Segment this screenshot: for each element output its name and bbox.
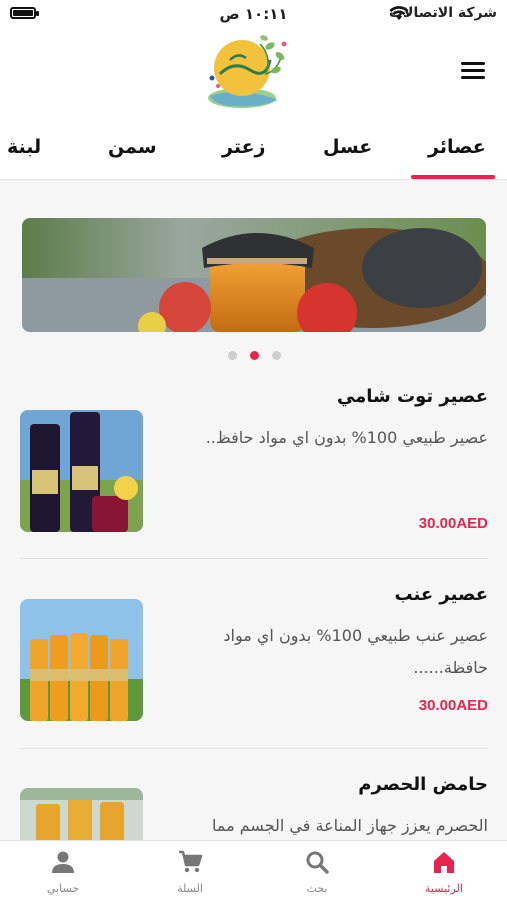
- product-card[interactable]: عصير توت شامي عصير طبيعي 100% بدون اي مو…: [20, 382, 488, 542]
- product-card[interactable]: عصير عنب عصير عنب طبيعي 100% بدون اي موا…: [20, 574, 488, 734]
- jidi-logo[interactable]: [200, 30, 296, 112]
- user-icon: [52, 851, 74, 873]
- carousel-dot-active[interactable]: [250, 351, 259, 360]
- product-description: عصير عنب طبيعي 100% بدون اي مواد حافظة..…: [223, 626, 488, 677]
- product-image: [20, 788, 143, 846]
- bottom-navigation: الرئيسية بحث السلة حسابي: [0, 840, 507, 900]
- status-bar: ١٠:١١ ص شركة الاتصالات: [0, 0, 507, 28]
- carrier-name: شركة الاتصالات: [388, 5, 497, 21]
- product-card[interactable]: حامض الحصرم الحصرم يعزز جهاز المناعة في …: [20, 766, 488, 846]
- list-divider: [20, 748, 488, 749]
- tab-thyme[interactable]: زعتر: [222, 136, 266, 158]
- carousel-dot[interactable]: [272, 351, 281, 360]
- hamburger-menu-button[interactable]: [461, 62, 485, 82]
- nav-cart[interactable]: السلة: [127, 841, 253, 900]
- product-title: حامض الحصرم: [358, 774, 488, 795]
- tab-juices[interactable]: عصائر: [428, 136, 486, 158]
- nav-account[interactable]: حسابي: [0, 841, 126, 900]
- cart-icon: [179, 850, 203, 873]
- nav-search[interactable]: بحث: [254, 841, 380, 900]
- product-title: عصير توت شامي: [336, 386, 488, 407]
- carousel-dots: [0, 351, 507, 361]
- category-tabs: عصائر عسل زعتر سمن لبنة: [0, 120, 507, 180]
- carousel-dot[interactable]: [228, 351, 237, 360]
- list-divider: [20, 558, 488, 559]
- product-price: 30.00AED: [418, 697, 488, 714]
- nav-label: السلة: [177, 882, 203, 895]
- nav-home[interactable]: الرئيسية: [381, 841, 507, 900]
- tab-ghee[interactable]: سمن: [108, 136, 157, 158]
- product-description: عصير طبيعي 100% بدون اي مواد حافظ..: [205, 428, 488, 447]
- product-title: عصير عنب: [394, 584, 488, 605]
- home-icon: [434, 852, 454, 873]
- search-icon: [306, 851, 329, 874]
- nav-label: بحث: [306, 882, 328, 895]
- product-description: الحصرم يعزز جهاز المناعة في الجسم مما: [211, 816, 488, 835]
- tab-honey[interactable]: عسل: [323, 136, 372, 158]
- promo-banner-image[interactable]: [22, 218, 486, 332]
- nav-label: الرئيسية: [425, 882, 463, 895]
- product-image: [20, 410, 143, 532]
- tab-labneh[interactable]: لبنة: [7, 136, 41, 158]
- app-header: [0, 28, 507, 120]
- product-image: [20, 599, 143, 721]
- active-tab-indicator: [411, 175, 495, 179]
- nav-label: حسابي: [46, 882, 80, 895]
- product-price: 30.00AED: [418, 515, 488, 532]
